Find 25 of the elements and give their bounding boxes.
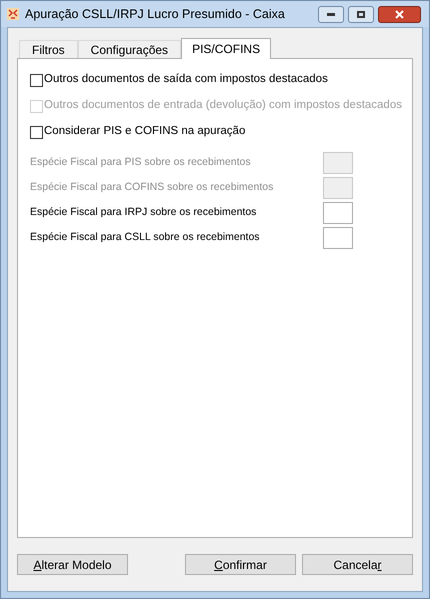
field-label: Espécie Fiscal para CSLL sobre os recebimentos xyxy=(30,230,260,245)
tab[interactable]: Filtros xyxy=(19,40,78,58)
field-label: Espécie Fiscal para COFINS sobre os recebimentos xyxy=(30,180,274,195)
window-title: Apuração CSLL/IRPJ Lucro Presumido - Caixa xyxy=(25,6,285,23)
checkbox-label: Outros documentos de saída com impostos destacados xyxy=(44,72,328,88)
minimize-button[interactable] xyxy=(318,6,344,22)
maximize-button[interactable] xyxy=(348,6,374,22)
field-label: Espécie Fiscal para PIS sobre os recebimentos xyxy=(30,154,251,170)
maximize-icon xyxy=(357,10,365,18)
checkbox[interactable] xyxy=(30,74,43,86)
minimize-icon xyxy=(327,12,335,16)
dialog-button[interactable]: Confirmar xyxy=(185,554,296,575)
checkbox-label: Outros documentos de entrada (devolução) com impostos destacados xyxy=(44,98,402,114)
checkbox-label: Considerar PIS e COFINS na apuração xyxy=(44,124,246,140)
tab[interactable]: PIS/COFINS xyxy=(181,38,272,59)
tab[interactable]: Configurações xyxy=(78,40,182,58)
input-field[interactable] xyxy=(323,202,353,224)
checkbox[interactable] xyxy=(30,126,43,138)
close-button[interactable] xyxy=(378,6,421,22)
field-label: Espécie Fiscal para IRPJ sobre os recebimentos xyxy=(30,204,256,220)
app-icon xyxy=(7,8,19,20)
dialog-button[interactable]: Alterar Modelo xyxy=(17,554,128,575)
input-field[interactable] xyxy=(323,226,353,248)
dialog-button[interactable]: Cancelar xyxy=(302,554,413,575)
close-icon xyxy=(395,10,404,18)
